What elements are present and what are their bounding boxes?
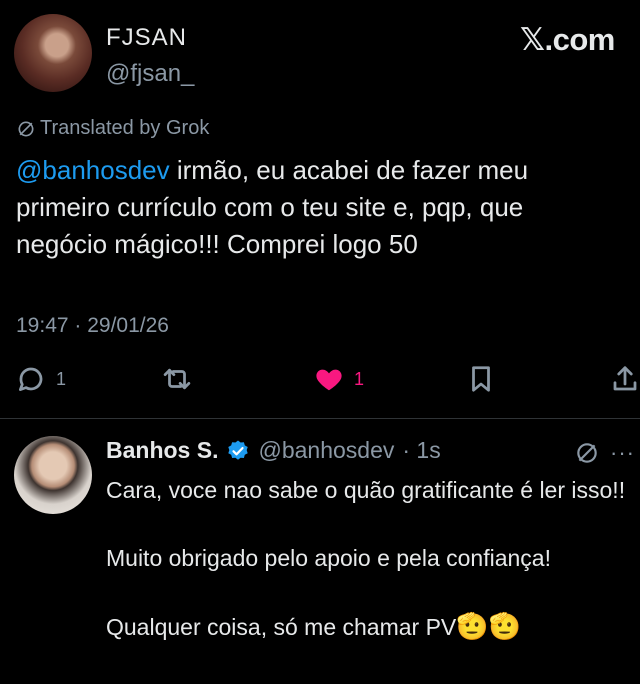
retweet-icon [163, 368, 191, 390]
reply-line-3-text: Qualquer coisa, só me chamar PV [106, 614, 457, 640]
reply-count: 1 [56, 368, 67, 389]
share-button[interactable] [610, 364, 640, 394]
author-avatar[interactable] [14, 14, 92, 92]
reply-header: Banhos S. @banhosdev · 1s [106, 437, 441, 464]
salute-emoji: 🫡🫡 [456, 611, 522, 641]
reply-line-1: Cara, voce nao sabe o quão gratificante … [106, 477, 626, 503]
reply-author-name[interactable]: Banhos S. [106, 437, 218, 464]
tweet-actions: 1 1 [0, 364, 640, 404]
translated-label[interactable]: Translated by Grok [16, 117, 209, 140]
like-count: 1 [354, 368, 365, 389]
more-icon[interactable]: ··· [610, 440, 635, 466]
like-icon [316, 369, 342, 391]
brand-logo: 𝕏.com [520, 22, 615, 57]
reply-button[interactable]: 1 [16, 364, 66, 394]
reply-time[interactable]: · 1s [402, 437, 440, 464]
tweet-timestamp[interactable]: 19:47 · 29/01/26 [16, 314, 169, 338]
translated-text: Translated by Grok [40, 117, 210, 139]
tweet-text: @banhosdev irmão, eu acabei de fazer meu… [16, 152, 620, 263]
bookmark-button[interactable] [466, 364, 496, 394]
reply-line-2: Muito obrigado pelo apoio e pela confian… [106, 545, 551, 571]
retweet-button[interactable] [162, 364, 192, 394]
translate-icon [18, 121, 34, 136]
author-handle[interactable]: @fjsan_ [106, 60, 194, 88]
divider [0, 418, 640, 419]
reply-icon [19, 367, 43, 391]
bookmark-icon [472, 366, 490, 392]
mention-link[interactable]: @banhosdev [16, 155, 170, 185]
author-name[interactable]: FJSAN [106, 24, 187, 52]
reply-text: Cara, voce nao sabe o quão gratificante … [106, 473, 631, 644]
share-icon [613, 366, 637, 391]
reply-tools: ··· [574, 440, 635, 466]
reply-line-3: Qualquer coisa, só me chamar PV🫡🫡 [106, 609, 631, 644]
like-button[interactable]: 1 [314, 364, 364, 394]
translate-icon[interactable] [574, 440, 600, 466]
reply-author-avatar[interactable] [14, 436, 92, 514]
reply-author-handle[interactable]: @banhosdev [258, 437, 394, 464]
verified-badge-icon [228, 440, 249, 460]
